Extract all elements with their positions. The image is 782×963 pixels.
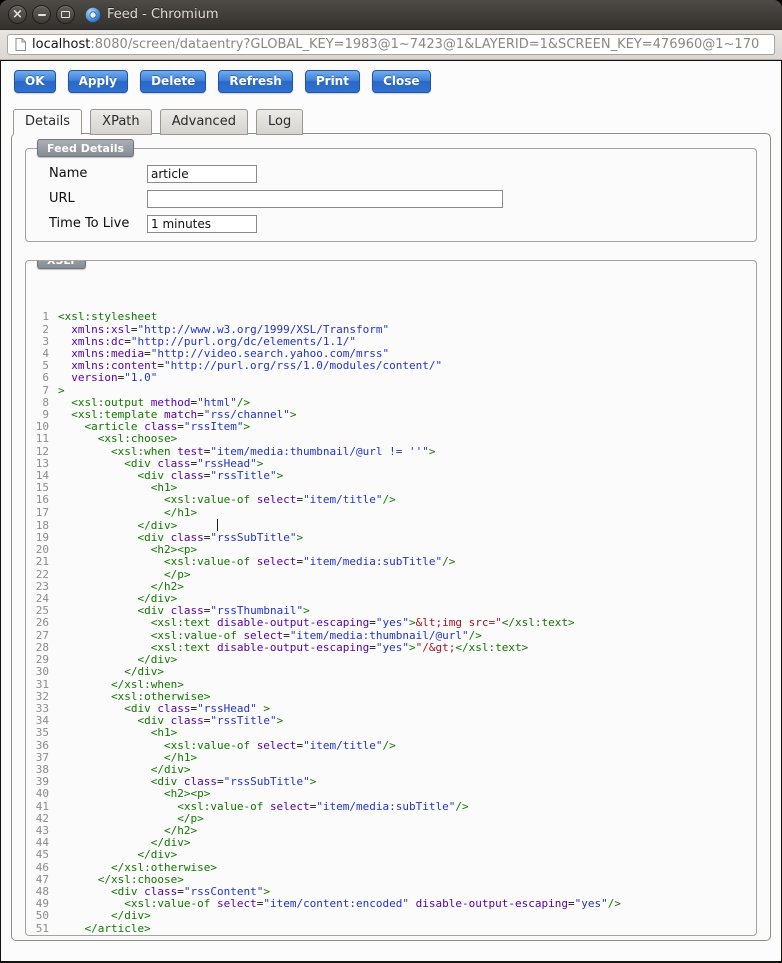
time-to-live-row: Time To Live	[26, 211, 756, 236]
url-toolbar: localhost:8080/screen/dataentry?GLOBAL_K…	[0, 30, 782, 60]
details-panel: Feed Details Name URL Time To Live XSLT …	[11, 133, 771, 941]
line-number: 6	[42, 371, 49, 385]
line-number: 41	[35, 799, 49, 813]
line-number: 35	[35, 726, 49, 740]
time-to-live-input[interactable]	[147, 214, 257, 233]
window-controls	[8, 5, 80, 24]
url-row: URL	[26, 186, 756, 211]
maximize-icon	[61, 11, 70, 18]
tab-advanced[interactable]: Advanced	[159, 109, 248, 135]
xslt-legend: XSLT	[37, 261, 87, 269]
tab-log[interactable]: Log	[256, 109, 304, 135]
page-icon	[15, 38, 26, 51]
line-number: 17	[35, 505, 49, 519]
close-icon	[12, 8, 23, 21]
name-input[interactable]	[147, 164, 257, 183]
line-number: 31	[35, 677, 49, 691]
tab-xpath[interactable]: XPath	[90, 109, 152, 135]
print-button[interactable]: Print	[304, 70, 360, 93]
code-line[interactable]: 6 version="1.0"	[28, 372, 754, 384]
line-number: 52	[28, 934, 58, 935]
line-number: 12	[35, 444, 49, 458]
code-line[interactable]: 52 </xsl:template>	[28, 934, 754, 935]
browser-window: Feed - Chromium localhost:8080/screen/da…	[0, 0, 782, 963]
text-cursor	[216, 518, 218, 531]
titlebar[interactable]: Feed - Chromium	[0, 0, 782, 30]
maximize-window-button[interactable]	[56, 5, 75, 24]
minimize-window-button[interactable]	[32, 5, 51, 24]
line-number: 7	[42, 383, 49, 397]
url-label: URL	[49, 191, 75, 206]
feed-details-legend: Feed Details	[37, 139, 135, 157]
chromium-icon	[85, 7, 101, 23]
url-input[interactable]	[147, 189, 503, 208]
feed-details-fieldset: Feed Details Name URL Time To Live	[25, 139, 757, 242]
url-domain: localhost	[32, 37, 91, 52]
name-row: Name	[26, 161, 756, 186]
name-label: Name	[49, 166, 88, 181]
window-title: Feed - Chromium	[107, 7, 219, 22]
line-number: 2	[42, 322, 49, 336]
line-number: 46	[35, 860, 49, 874]
action-toolbar: OK Apply Delete Refresh Print Close	[1, 61, 781, 94]
line-number: 16	[35, 493, 49, 507]
line-number: 30	[35, 665, 49, 679]
address-bar[interactable]: localhost:8080/screen/dataentry?GLOBAL_K…	[7, 34, 775, 55]
ok-button[interactable]: OK	[14, 70, 56, 93]
line-number: 1	[42, 310, 49, 324]
line-number: 50	[35, 909, 49, 923]
code-lines: 1 <xsl:stylesheet 2 xmlns:xsl="http://www.…	[28, 310, 754, 935]
line-number: 26	[35, 616, 49, 630]
line-number: 51	[35, 921, 49, 935]
code-line[interactable]: 17 </h1>	[28, 505, 754, 519]
line-number: 40	[35, 787, 49, 801]
url-path: :8080/screen/dataentry?GLOBAL_KEY=1983@1…	[90, 37, 760, 52]
page-content: OK Apply Delete Refresh Print Close Deta…	[1, 61, 781, 961]
time-to-live-label: Time To Live	[49, 216, 130, 231]
line-number: 11	[35, 432, 49, 446]
refresh-button[interactable]: Refresh	[218, 70, 293, 93]
minimize-icon	[37, 13, 46, 16]
line-number: 21	[35, 555, 49, 569]
tab-bar: Details XPath Advanced Log	[1, 94, 781, 135]
line-number: 45	[35, 848, 49, 862]
tab-details[interactable]: Details	[13, 109, 83, 135]
line-number: 36	[35, 738, 49, 752]
delete-button[interactable]: Delete	[140, 70, 207, 93]
apply-button[interactable]: Apply	[67, 70, 128, 93]
xslt-editor[interactable]: 1 <xsl:stylesheet 2 xmlns:xsl="http://www.…	[28, 287, 754, 935]
xslt-fieldset: XSLT 1 <xsl:stylesheet 2 xmlns:xsl="http:/…	[25, 260, 757, 936]
close-button[interactable]: Close	[372, 70, 431, 93]
close-window-button[interactable]	[8, 5, 27, 24]
